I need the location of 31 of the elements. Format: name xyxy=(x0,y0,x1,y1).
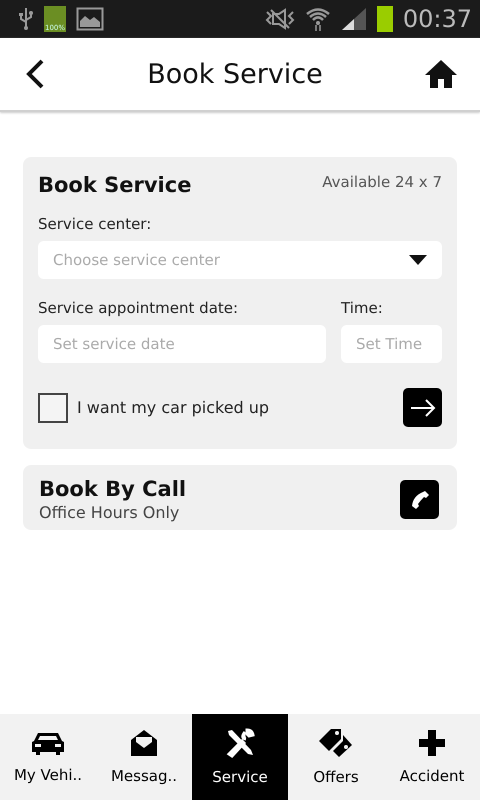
time-field[interactable]: Set Time xyxy=(341,325,442,363)
phone-icon xyxy=(410,490,430,510)
envelope-icon xyxy=(130,729,158,757)
pickup-checkbox[interactable] xyxy=(38,392,68,422)
card-subtitle: Office Hours Only xyxy=(39,503,180,522)
arrow-icon xyxy=(410,398,436,416)
tools-icon xyxy=(225,728,255,758)
availability-text: Available 24 x 7 xyxy=(322,173,442,191)
nav-tab[interactable]: Service xyxy=(192,714,288,800)
card-title: Book By Call xyxy=(39,477,186,501)
field-label: Service appointment date: xyxy=(38,299,240,317)
car-icon xyxy=(31,730,65,756)
tags-icon xyxy=(319,728,353,758)
plus-icon xyxy=(418,729,446,757)
submit-button[interactable] xyxy=(403,388,442,427)
call-button[interactable] xyxy=(400,480,439,519)
field-label: Service center: xyxy=(38,215,152,233)
date-field[interactable]: Set service date xyxy=(38,325,326,363)
battery-icon xyxy=(376,6,393,32)
clock: 00:37 xyxy=(402,5,472,33)
usb-icon xyxy=(18,7,34,31)
page-title: Book Service xyxy=(147,58,323,90)
dropdown-placeholder: Choose service center xyxy=(53,251,220,269)
field-label: Time: xyxy=(341,299,384,317)
card-title: Book Service xyxy=(38,173,192,197)
dropdown-caret-icon xyxy=(409,255,427,265)
signal-icon xyxy=(340,7,367,31)
wifi-icon xyxy=(304,6,331,32)
checkbox-label: I want my car picked up xyxy=(77,398,270,417)
image-icon xyxy=(76,7,104,31)
mute-icon xyxy=(264,8,295,30)
